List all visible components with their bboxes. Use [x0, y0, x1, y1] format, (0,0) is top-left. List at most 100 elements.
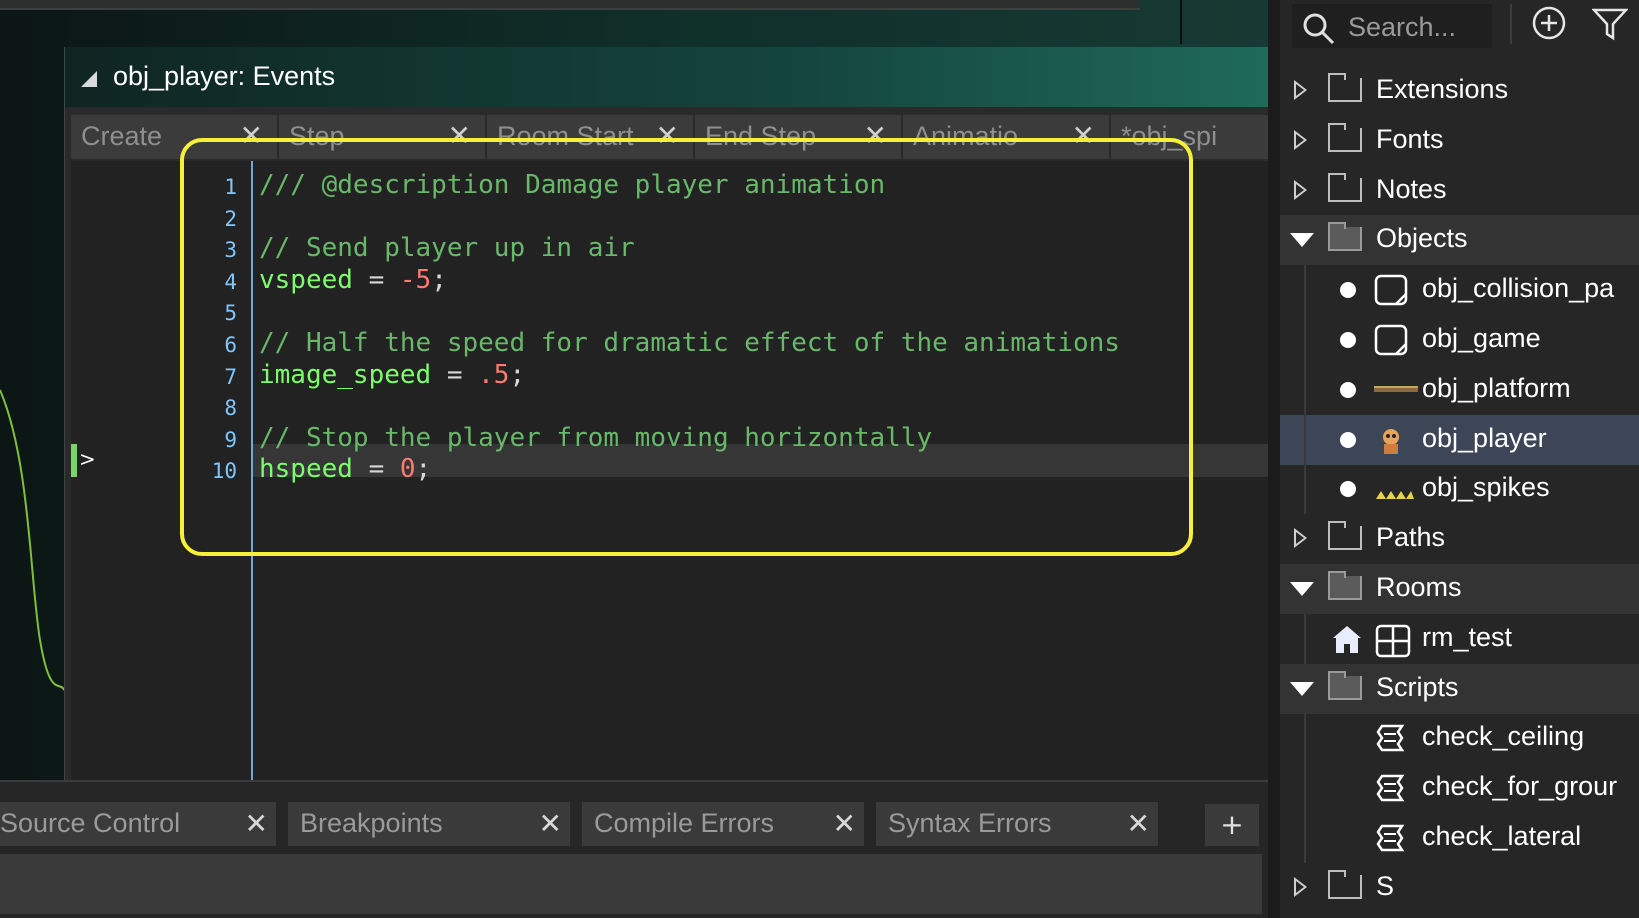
tree-folder[interactable]: Rooms [1280, 564, 1639, 614]
tab-label: End Step [705, 121, 817, 151]
close-icon[interactable]: ✕ [240, 121, 263, 151]
tab-source-control[interactable]: Source Control ✕ [0, 802, 276, 846]
line-number: 1 [224, 175, 237, 199]
tree-folder[interactable]: Paths [1280, 514, 1639, 564]
close-icon[interactable]: ✕ [1127, 807, 1150, 840]
tree-label: Objects [1376, 223, 1468, 254]
tree-folder[interactable]: Scripts [1280, 663, 1639, 714]
tab-breakpoints[interactable]: Breakpoints ✕ [288, 802, 570, 846]
code-token: ; [415, 454, 432, 485]
tree-folder[interactable]: Fonts [1280, 116, 1639, 166]
tree-item[interactable]: check_lateral [1280, 813, 1639, 863]
output-content[interactable] [0, 854, 1262, 914]
tab-end-step[interactable]: End Step ✕ [695, 115, 903, 159]
tab-animation[interactable]: Animatio ✕ [903, 115, 1111, 159]
code-line[interactable]: // Half the speed for dramatic effect of… [259, 327, 1120, 359]
expand-arrow-icon[interactable] [1294, 528, 1307, 549]
expand-arrow-icon[interactable] [1294, 80, 1307, 100]
expand-arrow-icon[interactable] [1294, 129, 1307, 150]
tree-label: Extensions [1376, 74, 1509, 104]
code-token: hspeed [259, 454, 353, 485]
tab-room-start[interactable]: Room Start ✕ [487, 115, 695, 159]
tree-folder[interactable]: S [1280, 863, 1639, 913]
expand-arrow-icon[interactable] [1294, 179, 1307, 200]
code-token: vspeed [259, 264, 353, 295]
window-titlebar[interactable]: obj_player: Events [65, 47, 1268, 107]
tab-label: Step [289, 121, 345, 151]
code-token: // Send player up in air [259, 233, 635, 264]
tree-folder[interactable]: Objects [1280, 215, 1639, 266]
folder-icon [1328, 172, 1362, 202]
code-token: -5 [399, 264, 432, 295]
tree-folder[interactable]: Notes [1280, 166, 1639, 216]
top-divider [1180, 0, 1182, 44]
collapse-arrow-icon[interactable] [1290, 681, 1314, 696]
tab-syntax-errors[interactable]: Syntax Errors ✕ [876, 802, 1158, 846]
tree-guide-line [1304, 315, 1306, 365]
tree-folder[interactable]: Extensions [1280, 66, 1639, 116]
window-title: obj_player: Events [113, 61, 336, 91]
player-sprite-icon [1374, 424, 1408, 456]
folder-icon [1328, 670, 1362, 700]
tree-label: Scripts [1376, 671, 1459, 702]
tree-item[interactable]: obj_collision_pa [1280, 265, 1639, 315]
close-icon[interactable]: ✕ [1072, 121, 1095, 151]
close-icon[interactable]: ✕ [539, 807, 562, 840]
tree-guide-line [1304, 265, 1306, 315]
code-line[interactable]: // Stop the player from moving horizonta… [259, 422, 932, 454]
search-box[interactable] [1292, 4, 1492, 48]
line-number: 9 [224, 427, 237, 452]
code-line[interactable]: hspeed = 0; [259, 453, 431, 485]
close-icon[interactable]: ✕ [448, 121, 471, 151]
folder-icon [1328, 571, 1362, 600]
folder-icon [1328, 73, 1362, 102]
tree-item[interactable]: obj_platform [1280, 364, 1639, 415]
tree-item[interactable]: check_for_grour [1280, 763, 1639, 813]
tree-guide-line [1304, 414, 1306, 465]
object-icon [1374, 324, 1408, 356]
code-line[interactable]: // Send player up in air [259, 232, 635, 264]
resize-grip-icon[interactable] [81, 71, 97, 87]
add-tab-button[interactable]: + [1205, 804, 1259, 846]
tab-label: Compile Errors [594, 808, 775, 838]
tree-guide-line [1304, 464, 1306, 515]
tree-guide-line [1304, 813, 1306, 863]
tab-obj-spikes[interactable]: *obj_spi [1111, 115, 1268, 159]
tree-item[interactable]: rm_test [1280, 613, 1639, 664]
tab-step[interactable]: Step ✕ [279, 115, 487, 159]
tree-item[interactable]: obj_player [1280, 414, 1639, 465]
tab-label: Animatio [913, 121, 1019, 151]
collapse-arrow-icon[interactable] [1290, 582, 1314, 596]
tree-item[interactable]: obj_game [1280, 315, 1639, 365]
code-token: = [352, 454, 400, 485]
tree-label: check_for_grour [1422, 771, 1618, 802]
tree-label: Fonts [1376, 123, 1444, 154]
background-curve [0, 389, 64, 691]
home-room-icon [1330, 623, 1364, 655]
code-token: ; [431, 264, 447, 295]
tab-label: *obj_spi [1121, 121, 1218, 151]
tree-item[interactable]: obj_spikes [1280, 464, 1639, 515]
line-number: 5 [224, 301, 237, 326]
event-editor-window[interactable]: obj_player: Events Create ✕ Step ✕ Room … [64, 47, 1268, 780]
tab-compile-errors[interactable]: Compile Errors ✕ [582, 802, 864, 846]
spikes-sprite-icon [1374, 473, 1414, 505]
collapse-arrow-icon[interactable] [1290, 233, 1314, 248]
close-icon[interactable]: ✕ [833, 807, 856, 840]
add-resource-icon[interactable] [1530, 4, 1568, 42]
code-editor[interactable]: > 1 2 3 4 5 6 7 8 9 10 /// @description Damage pl… [71, 161, 1268, 780]
code-line[interactable]: /// @description Damage player animation [259, 169, 885, 201]
close-icon[interactable]: ✕ [864, 121, 887, 151]
close-icon[interactable]: ✕ [245, 807, 268, 840]
search-input[interactable] [1346, 8, 1490, 46]
code-line[interactable]: vspeed = -5; [259, 264, 447, 296]
close-icon[interactable]: ✕ [656, 121, 679, 151]
expand-arrow-icon[interactable] [1294, 876, 1307, 897]
tab-create[interactable]: Create ✕ [71, 115, 279, 159]
tree-item[interactable]: check_ceiling [1280, 713, 1639, 764]
code-line[interactable]: image_speed = .5; [259, 359, 525, 391]
instance-dot-icon [1340, 431, 1356, 448]
output-panel: Source Control ✕ Breakpoints ✕ Compile E… [0, 780, 1268, 918]
folder-icon [1328, 869, 1362, 899]
filter-icon[interactable] [1592, 6, 1628, 42]
